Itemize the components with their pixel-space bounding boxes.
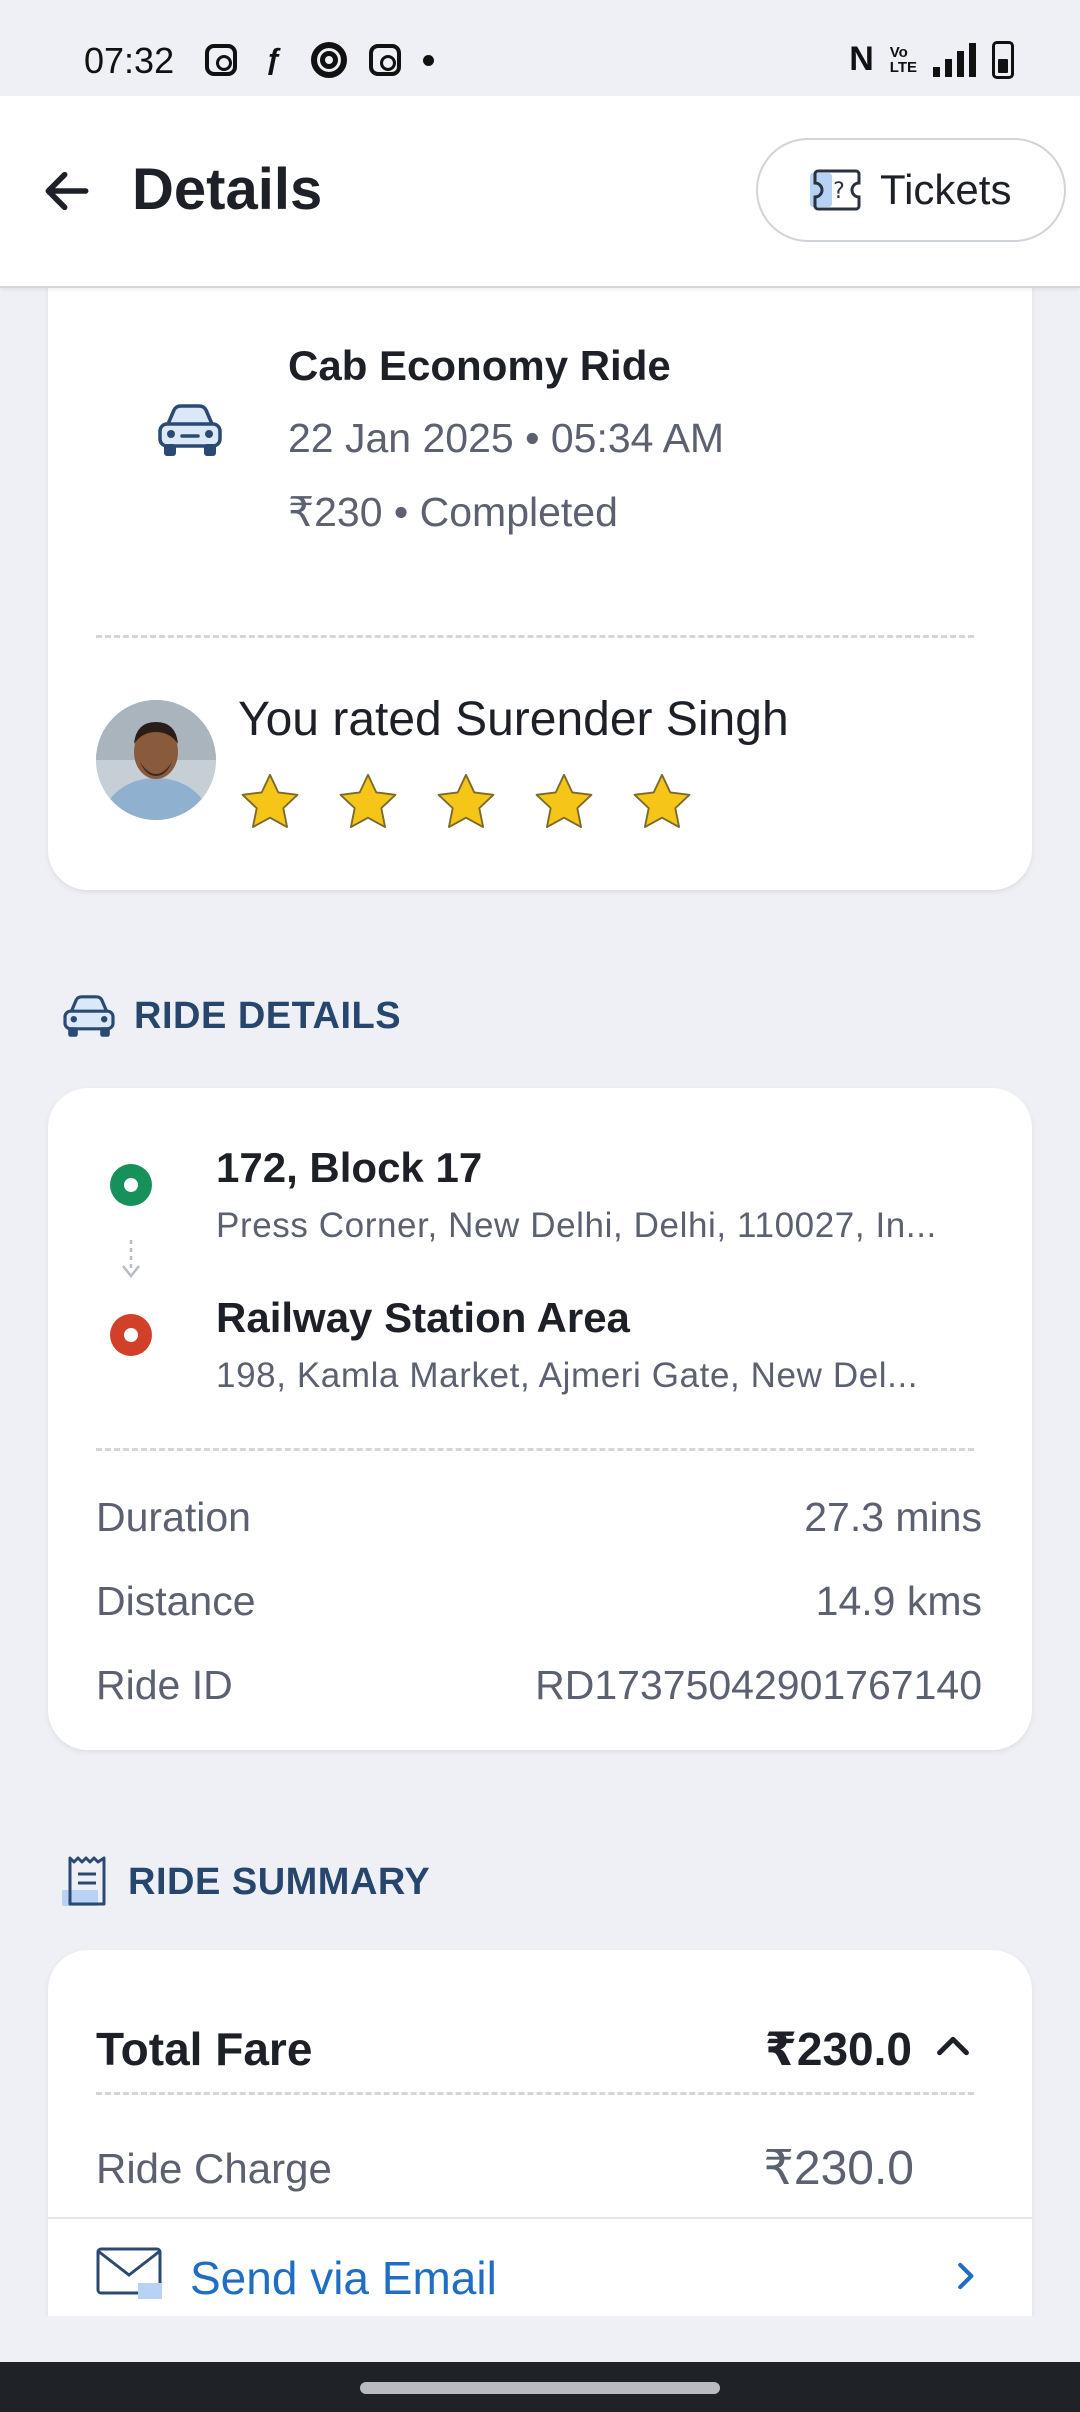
volte-icon: Vo LTE — [889, 43, 917, 76]
home-gesture-handle[interactable] — [360, 2382, 720, 2394]
ride-type: Cab Economy Ride — [288, 342, 671, 389]
nfc-icon: N — [849, 40, 874, 78]
ride-datetime: 22 Jan 2025 • 05:34 AM — [288, 415, 725, 461]
instagram-icon — [369, 44, 401, 76]
system-navigation-bar — [0, 2362, 1080, 2412]
chevron-right-icon — [958, 2262, 974, 2290]
ride-summary-title: RIDE SUMMARY — [128, 1860, 431, 1903]
app-ring-icon — [311, 42, 347, 78]
driver-avatar — [96, 700, 216, 820]
star-icon — [339, 773, 397, 828]
total-fare-value[interactable]: ₹230.0 — [765, 2022, 912, 2076]
drop-title: Railway Station Area — [216, 1294, 630, 1341]
star-icon — [535, 773, 593, 828]
tickets-label: Tickets — [880, 166, 1012, 213]
dashed-divider — [96, 635, 974, 638]
notification-icons: ƒ — [205, 42, 434, 78]
star-icon — [437, 773, 495, 828]
battery-icon — [992, 40, 1014, 79]
pickup-title: 172, Block 17 — [216, 1144, 483, 1191]
star-icon — [241, 773, 299, 828]
drop-dot-icon — [110, 1314, 152, 1356]
dashed-divider — [96, 1448, 974, 1451]
car-icon — [158, 404, 222, 456]
ride-summary-heading: RIDE SUMMARY — [60, 1854, 430, 1910]
total-fare-label: Total Fare — [96, 2023, 313, 2075]
app-header: Details ? Tickets — [0, 96, 1080, 288]
send-via-email-label: Send via Email — [190, 2252, 497, 2304]
chevron-up-icon[interactable] — [930, 2024, 976, 2070]
instagram-icon — [205, 44, 237, 76]
ride-charge-value: ₹230.0 — [763, 2142, 914, 2195]
ride-id-label: Ride ID — [96, 1662, 233, 1708]
duration-label: Duration — [96, 1494, 251, 1540]
status-bar: 07:32 ƒ N Vo LTE — [0, 0, 1080, 96]
rating-stars — [238, 770, 694, 834]
more-notifications-dot-icon — [423, 54, 434, 66]
distance-value: 14.9 kms — [815, 1578, 982, 1624]
receipt-icon — [62, 1856, 106, 1906]
back-button[interactable] — [32, 156, 102, 226]
car-icon — [63, 995, 115, 1037]
distance-label: Distance — [96, 1578, 256, 1624]
svg-text:?: ? — [833, 179, 845, 204]
status-time: 07:32 — [84, 40, 175, 81]
ride-details-heading: RIDE DETAILS — [60, 992, 401, 1040]
ride-details-title: RIDE DETAILS — [134, 994, 402, 1037]
system-icons: N Vo LTE — [849, 40, 1014, 79]
star-icon — [633, 773, 691, 828]
ride-charge-label: Ride Charge — [96, 2145, 332, 2192]
threads-icon: ƒ — [265, 43, 283, 76]
bottom-background — [0, 2316, 1080, 2362]
email-icon — [96, 2247, 162, 2299]
ticket-help-icon: ? — [810, 169, 861, 211]
dashed-divider — [96, 2092, 974, 2095]
pickup-dot-icon — [110, 1164, 152, 1206]
drop-address: 198, Kamla Market, Ajmeri Gate, New Del.… — [216, 1356, 919, 1395]
arrow-left-icon — [45, 171, 89, 211]
page-title: Details — [132, 157, 323, 222]
ride-info-card: Cab Economy Ride 22 Jan 2025 • 05:34 AM … — [48, 270, 1032, 890]
ride-summary-card: Total Fare ₹230.0 Ride Charge ₹230.0 Sen… — [48, 1950, 1032, 2370]
signal-5g-icon — [933, 42, 976, 77]
ride-details-card: 172, Block 17 Press Corner, New Delhi, D… — [48, 1088, 1032, 1750]
pickup-address: Press Corner, New Delhi, Delhi, 110027, … — [216, 1206, 937, 1245]
ride-id-value: RD17375042901767140 — [535, 1662, 982, 1708]
duration-value: 27.3 mins — [804, 1494, 982, 1540]
arrow-down-dotted-icon — [122, 1240, 140, 1279]
ride-fare-status: ₹230 • Completed — [288, 489, 618, 535]
tickets-button[interactable]: ? Tickets — [756, 138, 1066, 242]
rating-text: You rated Surender Singh — [238, 693, 789, 746]
